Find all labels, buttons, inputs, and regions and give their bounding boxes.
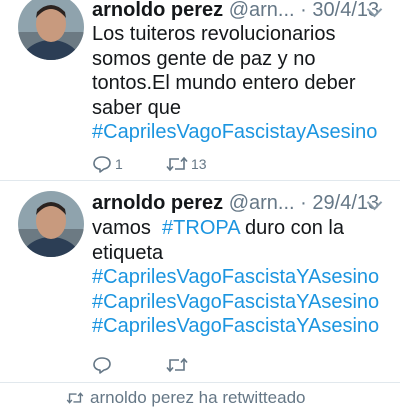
retweet-icon [166, 357, 188, 373]
retweeted-text[interactable]: arnoldo perez ha retwitteado [90, 388, 305, 408]
retweet-count: 13 [191, 156, 207, 172]
reply-icon [93, 357, 111, 374]
avatar[interactable] [18, 0, 84, 60]
retweet-button[interactable] [166, 353, 191, 377]
hashtag-link[interactable]: #CaprilesVagoFascistaYAsesino [92, 314, 394, 339]
retweet-icon [166, 156, 188, 172]
tweet[interactable]: arnoldo perez @arn... · 29/4/13 vamos #T… [0, 181, 400, 381]
retweet-icon [66, 392, 84, 404]
reply-icon [93, 156, 111, 173]
text-line: saber que [92, 96, 181, 119]
tweet[interactable]: arnoldo perez @arn... · 30/4/13 Los tuit… [0, 0, 400, 180]
retweet-button[interactable]: 13 [166, 152, 207, 176]
author-handle[interactable]: @arn... [229, 0, 295, 21]
avatar[interactable] [18, 191, 84, 257]
text-segment: duro con la [245, 217, 344, 239]
reply-button[interactable] [92, 353, 115, 377]
author-name[interactable]: arnoldo perez [92, 0, 223, 21]
tweet-header: arnoldo perez @arn... · 29/4/13 [92, 189, 392, 217]
text-line: somos gente de paz y no [92, 47, 316, 70]
author-handle[interactable]: @arn... [229, 192, 295, 214]
tweet-header: arnoldo perez @arn... · 30/4/13 [92, 0, 392, 24]
hashtag-link[interactable]: #CaprilesVagoFascistayAsesino [92, 120, 394, 145]
reply-button[interactable]: 1 [92, 152, 123, 176]
tweet-text: vamos #TROPA duro con la etiqueta #Capri… [92, 216, 394, 339]
text-segment: vamos [92, 217, 151, 239]
text-line: etiqueta [92, 241, 164, 264]
hashtag-link[interactable]: #TROPA [162, 217, 239, 239]
hashtag-link[interactable]: #CaprilesVagoFascistaYAsesino [92, 290, 394, 315]
text-line: tontos.El mundo entero deber [92, 72, 356, 94]
tweet-text: Los tuiteros revolucionarios somos gente… [92, 22, 394, 145]
text-line: vamos #TROPA duro con la [92, 216, 394, 241]
retweeted-notice: arnoldo perez ha retwitteado [66, 388, 305, 408]
author-name[interactable]: arnoldo perez [92, 192, 223, 214]
separator: · [300, 192, 307, 214]
reply-count: 1 [115, 156, 123, 172]
text-line: Los tuiteros revolucionarios [92, 23, 336, 45]
divider [0, 382, 400, 383]
hashtag-link[interactable]: #CaprilesVagoFascistaYAsesino [92, 265, 394, 290]
separator: · [300, 0, 307, 21]
